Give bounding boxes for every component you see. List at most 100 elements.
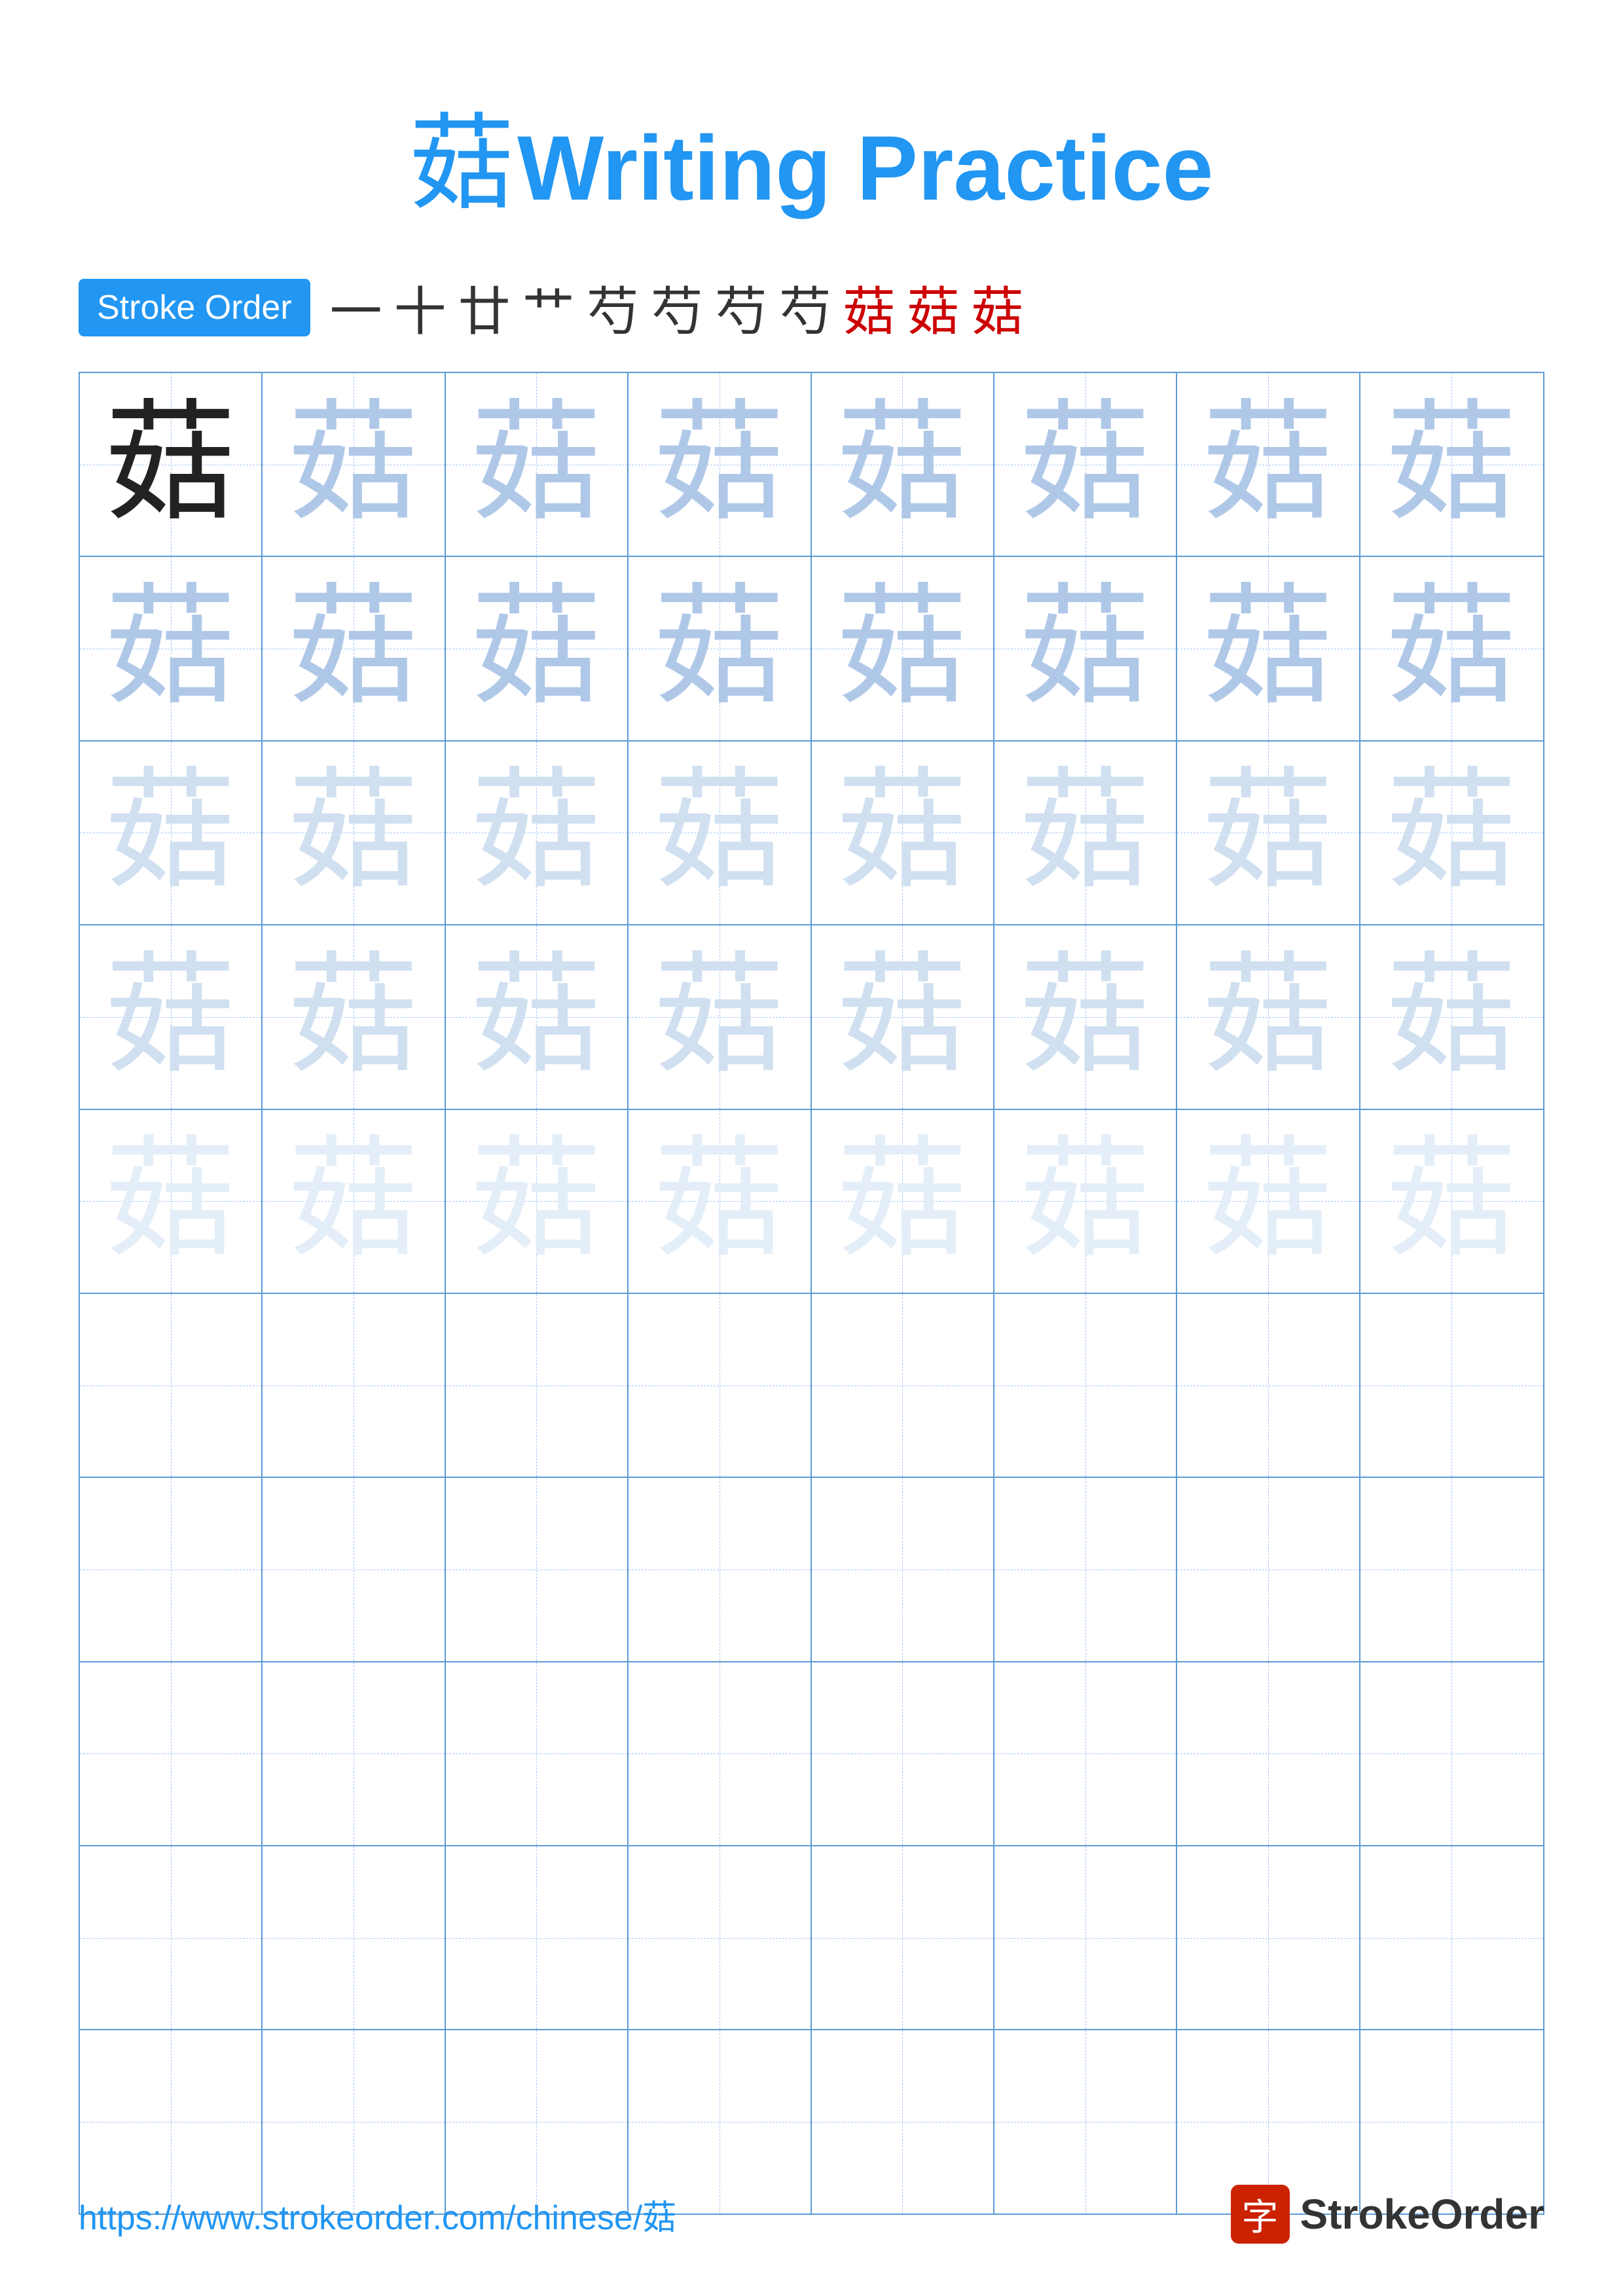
grid-cell[interactable]: 菇 <box>629 373 811 556</box>
grid-cell[interactable]: 菇 <box>446 373 629 556</box>
grid-cell[interactable] <box>994 1478 1177 1660</box>
grid-cell[interactable]: 菇 <box>994 1110 1177 1293</box>
grid-cell[interactable]: 菇 <box>263 373 445 556</box>
cell-character: 菇 <box>1386 399 1517 530</box>
grid-cell[interactable]: 菇 <box>1360 557 1543 740</box>
grid-cell[interactable] <box>446 1662 629 1845</box>
cell-character: 菇 <box>837 767 968 898</box>
grid-cell[interactable]: 菇 <box>1177 373 1360 556</box>
grid-cell[interactable]: 菇 <box>80 925 263 1108</box>
cell-character: 菇 <box>288 583 419 714</box>
grid-cell[interactable]: 菇 <box>994 557 1177 740</box>
grid-cell[interactable] <box>446 1294 629 1477</box>
cell-character: 菇 <box>471 583 602 714</box>
grid-cell[interactable]: 菇 <box>263 742 445 924</box>
cell-character: 菇 <box>654 952 785 1083</box>
grid-cell[interactable] <box>994 1662 1177 1845</box>
grid-cell[interactable]: 菇 <box>994 925 1177 1108</box>
grid-cell[interactable] <box>1360 1478 1543 1660</box>
grid-cell[interactable]: 菇 <box>446 742 629 924</box>
cell-character: 菇 <box>1386 1136 1517 1266</box>
grid-cell[interactable] <box>80 1662 263 1845</box>
grid-cell[interactable] <box>1177 1662 1360 1845</box>
grid-cell[interactable] <box>446 1478 629 1660</box>
grid-cell[interactable] <box>994 1294 1177 1477</box>
cell-character: 菇 <box>105 399 236 530</box>
grid-cell[interactable]: 菇 <box>1177 925 1360 1108</box>
grid-cell[interactable] <box>812 1846 994 2029</box>
grid-cell[interactable]: 菇 <box>446 925 629 1108</box>
grid-cell[interactable] <box>1360 1294 1543 1477</box>
practice-grid: 菇菇菇菇菇菇菇菇菇菇菇菇菇菇菇菇菇菇菇菇菇菇菇菇菇菇菇菇菇菇菇菇菇菇菇菇菇菇菇菇 <box>79 372 1544 2215</box>
grid-cell[interactable] <box>629 1846 811 2029</box>
grid-cell[interactable] <box>1177 1294 1360 1477</box>
grid-cell[interactable]: 菇 <box>446 1110 629 1293</box>
grid-cell[interactable] <box>994 1846 1177 2029</box>
grid-cell[interactable] <box>263 1294 445 1477</box>
grid-cell[interactable] <box>80 1846 263 2029</box>
grid-cell[interactable]: 菇 <box>994 742 1177 924</box>
grid-cell[interactable]: 菇 <box>80 373 263 556</box>
cell-character: 菇 <box>471 952 602 1083</box>
grid-cell[interactable]: 菇 <box>80 742 263 924</box>
grid-cell[interactable] <box>263 1846 445 2029</box>
grid-row: 菇菇菇菇菇菇菇菇 <box>80 1110 1543 1294</box>
grid-cell[interactable] <box>263 1478 445 1660</box>
cell-character: 菇 <box>105 1136 236 1266</box>
grid-cell[interactable] <box>812 1478 994 1660</box>
grid-cell[interactable]: 菇 <box>1177 742 1360 924</box>
grid-cell[interactable]: 菇 <box>1360 925 1543 1108</box>
grid-cell[interactable]: 菇 <box>263 557 445 740</box>
grid-cell[interactable] <box>1177 1478 1360 1660</box>
grid-cell[interactable]: 菇 <box>812 925 994 1108</box>
grid-cell[interactable]: 菇 <box>629 1110 811 1293</box>
grid-cell[interactable] <box>629 1662 811 1845</box>
grid-cell[interactable]: 菇 <box>812 1110 994 1293</box>
grid-cell[interactable]: 菇 <box>994 373 1177 556</box>
cell-character: 菇 <box>1020 583 1151 714</box>
grid-cell[interactable]: 菇 <box>446 557 629 740</box>
cell-character: 菇 <box>654 399 785 530</box>
grid-cell[interactable] <box>629 1478 811 1660</box>
grid-cell[interactable]: 菇 <box>1177 1110 1360 1293</box>
grid-cell[interactable] <box>629 1294 811 1477</box>
cell-character: 菇 <box>471 399 602 530</box>
cell-character: 菇 <box>471 767 602 898</box>
grid-cell[interactable] <box>812 1662 994 1845</box>
footer: https://www.strokeorder.com/chinese/菇 字 … <box>79 2185 1544 2244</box>
cell-character: 菇 <box>1203 583 1334 714</box>
stroke-9: 菇 <box>843 270 896 346</box>
grid-cell[interactable]: 菇 <box>629 925 811 1108</box>
footer-url[interactable]: https://www.strokeorder.com/chinese/菇 <box>79 2190 676 2239</box>
cell-character: 菇 <box>471 1136 602 1266</box>
grid-cell[interactable]: 菇 <box>1360 742 1543 924</box>
grid-cell[interactable]: 菇 <box>812 373 994 556</box>
grid-cell[interactable] <box>446 1846 629 2029</box>
grid-cell[interactable]: 菇 <box>629 557 811 740</box>
grid-cell[interactable] <box>1360 1846 1543 2029</box>
grid-cell[interactable]: 菇 <box>263 1110 445 1293</box>
cell-character: 菇 <box>105 767 236 898</box>
cell-character: 菇 <box>837 952 968 1083</box>
cell-character: 菇 <box>288 952 419 1083</box>
cell-character: 菇 <box>654 767 785 898</box>
grid-cell[interactable]: 菇 <box>812 557 994 740</box>
title-chinese-char: 菇 <box>410 106 515 223</box>
grid-cell[interactable] <box>1360 1662 1543 1845</box>
grid-cell[interactable] <box>80 1294 263 1477</box>
grid-cell[interactable]: 菇 <box>1177 557 1360 740</box>
grid-cell[interactable]: 菇 <box>629 742 811 924</box>
cell-character: 菇 <box>654 583 785 714</box>
grid-cell[interactable] <box>80 1478 263 1660</box>
grid-cell[interactable]: 菇 <box>812 742 994 924</box>
stroke-4: 艹 <box>522 270 575 346</box>
grid-cell[interactable] <box>812 1294 994 1477</box>
title-section: 菇 Writing Practice <box>79 79 1544 230</box>
grid-cell[interactable]: 菇 <box>80 557 263 740</box>
grid-cell[interactable] <box>1177 1846 1360 2029</box>
grid-cell[interactable]: 菇 <box>80 1110 263 1293</box>
grid-cell[interactable]: 菇 <box>1360 1110 1543 1293</box>
grid-cell[interactable] <box>263 1662 445 1845</box>
grid-cell[interactable]: 菇 <box>263 925 445 1108</box>
grid-cell[interactable]: 菇 <box>1360 373 1543 556</box>
